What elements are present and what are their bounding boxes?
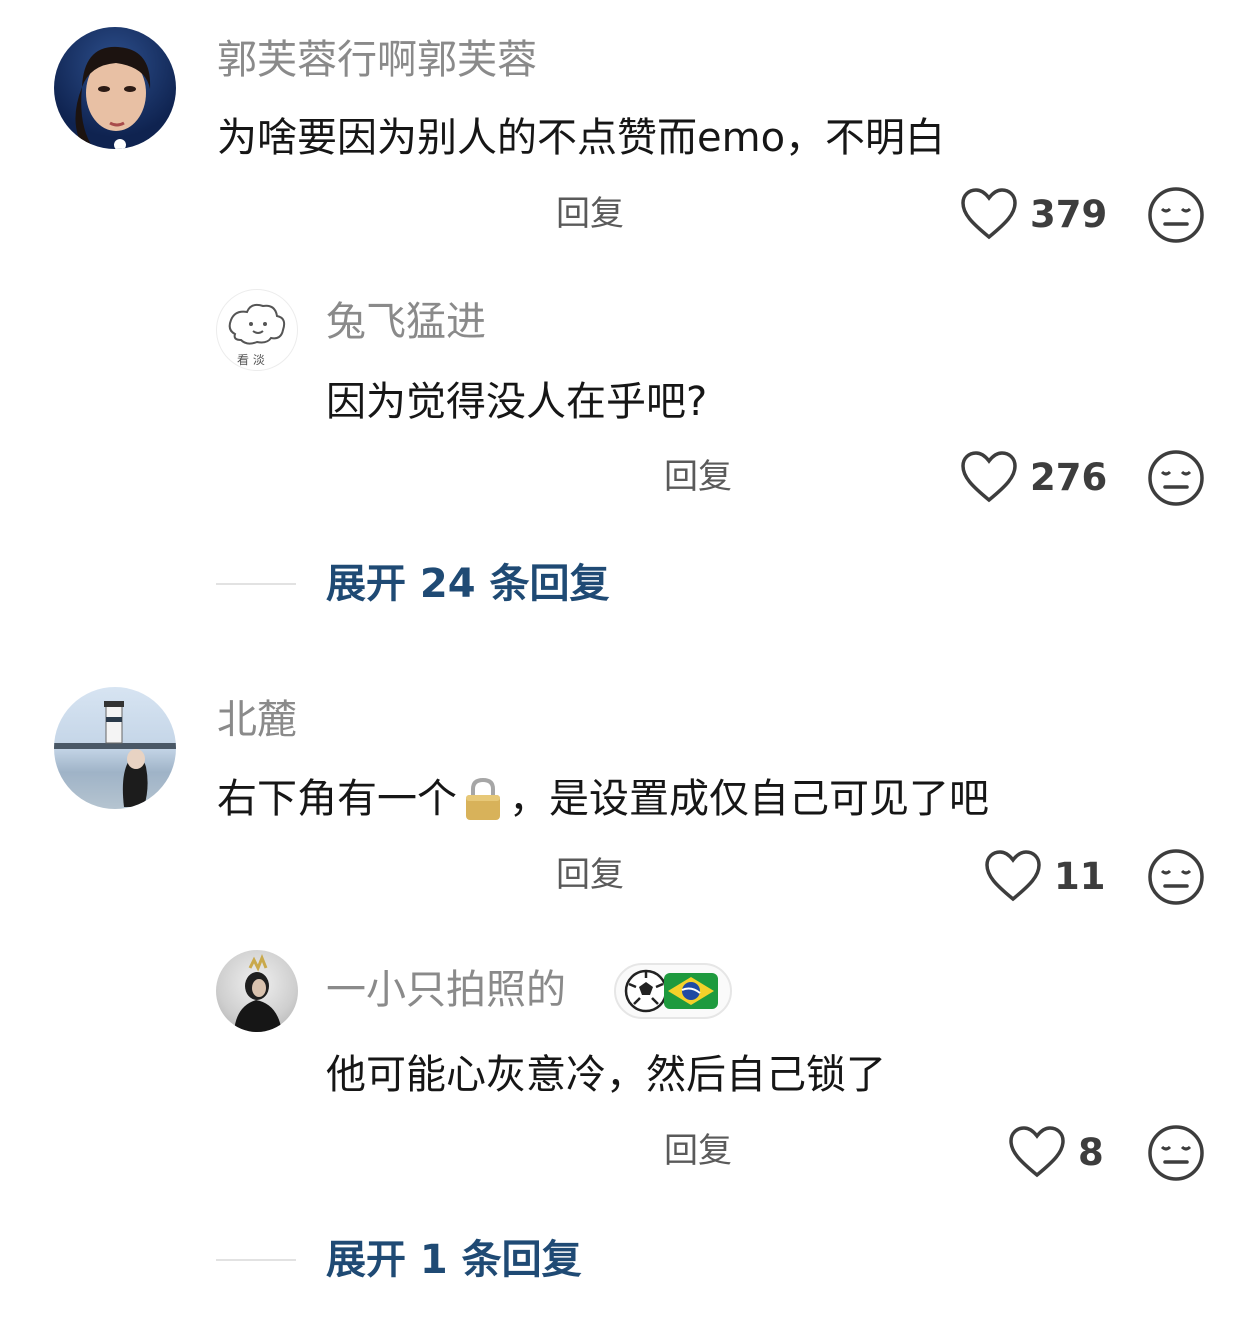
meh-face-icon	[1148, 849, 1204, 905]
reply-text: 因为觉得没人在乎吧?	[326, 379, 708, 425]
meh-face-icon	[1148, 1125, 1204, 1181]
avatar-caption: 看 淡	[237, 353, 265, 367]
expand-replies-button[interactable]: 展开 24 条回复	[216, 564, 610, 604]
divider-line	[216, 1259, 296, 1261]
reply-author[interactable]: 一小只拍照的	[326, 970, 566, 1010]
divider-line	[216, 583, 296, 585]
heart-outline-icon	[985, 850, 1041, 902]
dislike-button[interactable]	[1147, 1124, 1205, 1182]
comment-text: 右下角有一个 ，是设置成仅自己可见了吧	[217, 776, 989, 822]
expand-replies-label: 展开 1 条回复	[326, 1237, 582, 1283]
meh-face-icon	[1148, 187, 1204, 243]
person-photo	[234, 953, 282, 1032]
avatar-photo	[75, 46, 151, 149]
heart-outline-icon	[961, 451, 1017, 503]
comment-text: 为啥要因为别人的不点赞而emo，不明白	[217, 115, 946, 161]
reply-button[interactable]: 回复	[664, 460, 732, 494]
lighthouse-photo	[54, 701, 176, 807]
like-count: 379	[1030, 192, 1108, 236]
reply-text: 他可能心灰意冷，然后自己锁了	[326, 1052, 886, 1098]
comment-text-part-2: ，是设置成仅自己可见了吧	[509, 776, 989, 822]
comment-text-part-1: 右下角有一个	[217, 776, 457, 822]
reply-button[interactable]: 回复	[556, 858, 624, 892]
comment-author[interactable]: 北麓	[217, 700, 297, 740]
expand-replies-button[interactable]: 展开 1 条回复	[216, 1240, 582, 1280]
reply-button[interactable]: 回复	[556, 197, 624, 231]
expand-replies-label: 展开 24 条回复	[326, 561, 610, 607]
avatar[interactable]: 看 淡	[216, 289, 298, 371]
brazil-flag-icon	[664, 973, 718, 1009]
like-count: 11	[1054, 854, 1106, 898]
dislike-button[interactable]	[1147, 449, 1205, 507]
heart-outline-icon	[961, 188, 1017, 240]
dislike-button[interactable]	[1147, 186, 1205, 244]
avatar[interactable]	[216, 950, 298, 1032]
like-button[interactable]: 8	[1008, 1125, 1104, 1179]
user-badge	[614, 963, 732, 1019]
reply-author[interactable]: 兔飞猛进	[326, 302, 486, 342]
like-button[interactable]: 276	[960, 450, 1107, 504]
like-count: 8	[1078, 1130, 1104, 1174]
lock-icon	[466, 777, 500, 820]
meh-face-icon	[1148, 450, 1204, 506]
comment-author[interactable]: 郭芙蓉行啊郭芙蓉	[217, 40, 537, 80]
avatar[interactable]	[54, 27, 176, 149]
heart-outline-icon	[1009, 1126, 1065, 1178]
dislike-button[interactable]	[1147, 848, 1205, 906]
like-count: 276	[1030, 455, 1108, 499]
like-button[interactable]: 379	[960, 187, 1107, 241]
reply-button[interactable]: 回复	[664, 1134, 732, 1168]
avatar[interactable]	[54, 687, 176, 809]
like-button[interactable]: 11	[984, 849, 1106, 903]
